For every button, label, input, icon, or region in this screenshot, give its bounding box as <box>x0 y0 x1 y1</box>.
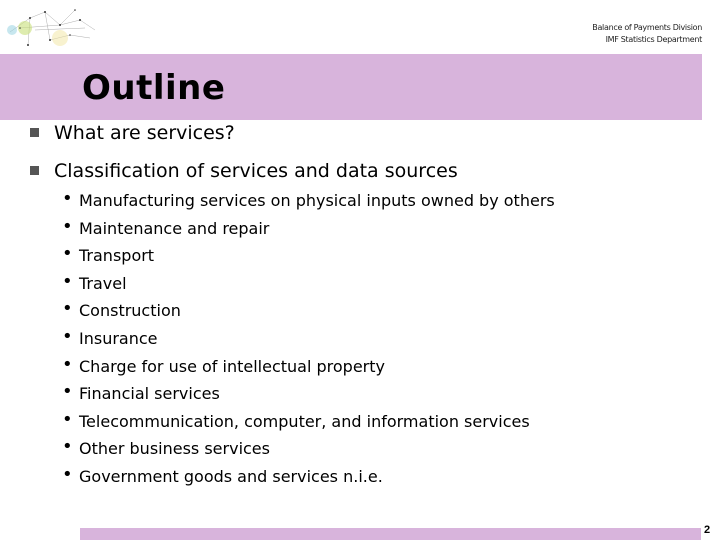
network-logo-icon <box>7 9 96 46</box>
org-department: IMF Statistics Department <box>605 35 703 44</box>
dot-bullet-icon: • <box>62 353 73 375</box>
sub-bullet-text: Government goods and services n.i.e. <box>79 466 383 486</box>
slide-title: Outline <box>82 68 226 108</box>
bullet-text: What are services? <box>54 122 235 144</box>
dot-bullet-icon: • <box>62 188 73 209</box>
dot-bullet-icon: • <box>62 298 73 320</box>
sub-bullet-text: Charge for use of intellectual property <box>79 356 385 376</box>
sub-bullet-text: Telecommunication, computer, and informa… <box>79 411 530 431</box>
dot-bullet-icon: • <box>62 381 73 403</box>
page-number: 2 <box>704 524 711 536</box>
square-bullet-icon <box>30 128 39 137</box>
bullet-text: Classification of services and data sour… <box>54 160 458 182</box>
organization-label: Balance of Payments Division IMF Statist… <box>592 22 702 46</box>
dot-bullet-icon: • <box>62 243 73 265</box>
sub-bullet-text: Transport <box>79 246 155 266</box>
dot-bullet-icon: • <box>62 325 73 347</box>
sub-bullet-text: Other business services <box>79 439 270 459</box>
sub-bullet-text: Insurance <box>79 328 158 348</box>
square-bullet-icon <box>30 166 39 175</box>
sub-bullet-text: Manufacturing services on physical input… <box>79 191 555 210</box>
dot-bullet-icon: • <box>62 436 73 458</box>
sub-bullet-text: Financial services <box>79 384 220 404</box>
dot-bullet-icon: • <box>62 463 73 485</box>
dot-bullet-icon: • <box>62 270 73 292</box>
sub-bullet-text: Construction <box>79 301 181 321</box>
footer-bar <box>80 528 701 540</box>
dot-bullet-icon: • <box>62 215 73 237</box>
org-division: Balance of Payments Division <box>592 23 702 32</box>
dot-bullet-icon: • <box>62 408 73 430</box>
sub-bullet-text: Travel <box>79 273 127 293</box>
sub-bullet-text: Maintenance and repair <box>79 218 270 238</box>
